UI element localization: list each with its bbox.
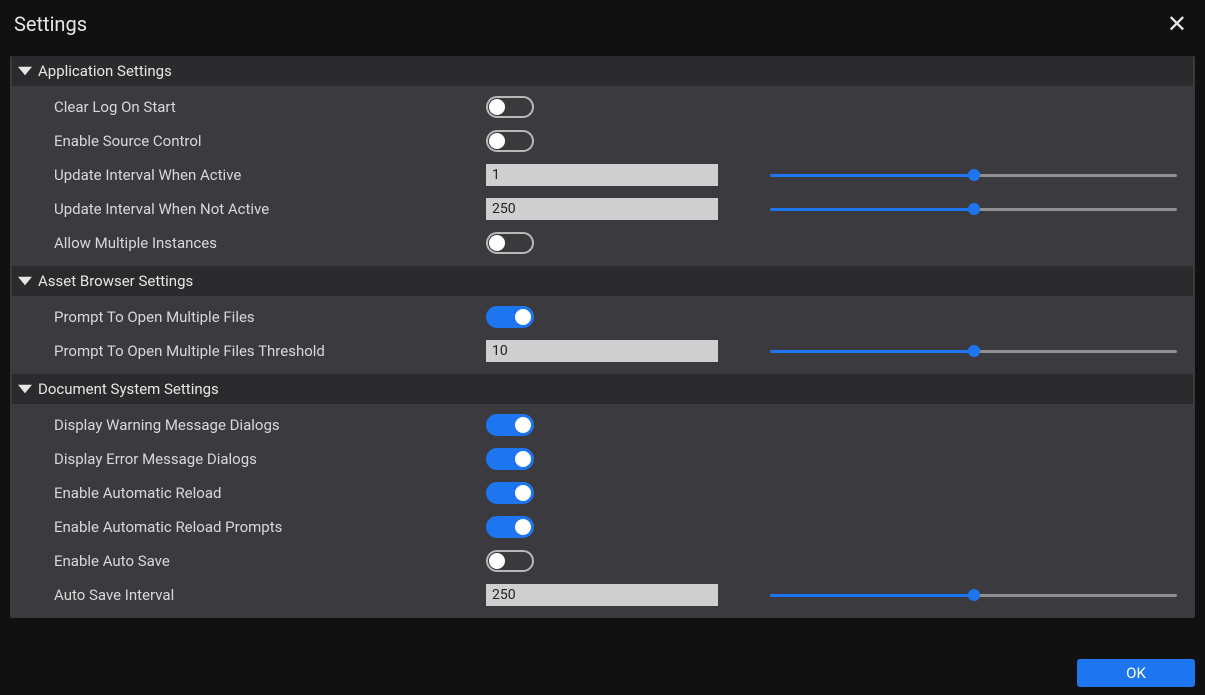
section-body: Display Warning Message Dialogs Display E… <box>10 404 1195 618</box>
input-update-interval-when-active[interactable] <box>486 164 718 186</box>
setting-row-clear-log-on-start: Clear Log On Start <box>10 90 1195 124</box>
toggle-allow-multiple-instances[interactable] <box>486 232 534 254</box>
toggle-enable-source-control[interactable] <box>486 130 534 152</box>
setting-label: Update Interval When Active <box>54 166 474 184</box>
toggle-enable-automatic-reload[interactable] <box>486 482 534 504</box>
setting-row-auto-save-interval: Auto Save Interval <box>10 578 1195 612</box>
setting-row-prompt-to-open-multiple-files: Prompt To Open Multiple Files <box>10 300 1195 334</box>
toggle-prompt-to-open-multiple-files[interactable] <box>486 306 534 328</box>
collapse-icon <box>18 382 32 396</box>
section-title: Document System Settings <box>38 380 219 398</box>
toggle-enable-auto-save[interactable] <box>486 550 534 572</box>
section-header-asset-browser-settings[interactable]: Asset Browser Settings <box>12 266 1193 296</box>
window-title: Settings <box>14 12 87 36</box>
toggle-display-error-message-dialogs[interactable] <box>486 448 534 470</box>
section-body: Clear Log On Start Enable Source Control U… <box>10 86 1195 266</box>
collapse-icon <box>18 274 32 288</box>
input-prompt-to-open-multiple-files-threshold[interactable] <box>486 340 718 362</box>
slider-auto-save-interval[interactable] <box>770 585 1177 605</box>
setting-row-update-interval-when-not-active: Update Interval When Not Active <box>10 192 1195 226</box>
setting-label: Auto Save Interval <box>54 586 474 604</box>
section-header-application-settings[interactable]: Application Settings <box>12 56 1193 86</box>
setting-row-display-error-message-dialogs: Display Error Message Dialogs <box>10 442 1195 476</box>
collapse-icon <box>18 64 32 78</box>
setting-label: Display Warning Message Dialogs <box>54 416 474 434</box>
slider-wrap <box>748 585 1187 605</box>
setting-row-allow-multiple-instances: Allow Multiple Instances <box>10 226 1195 260</box>
settings-content: Application Settings Clear Log On Start En… <box>10 56 1195 618</box>
slider-update-interval-when-active[interactable] <box>770 165 1177 185</box>
slider-wrap <box>748 199 1187 219</box>
setting-label: Enable Automatic Reload Prompts <box>54 518 474 536</box>
input-auto-save-interval[interactable] <box>486 584 718 606</box>
dialog-footer: OK <box>10 651 1195 687</box>
setting-row-enable-automatic-reload: Enable Automatic Reload <box>10 476 1195 510</box>
section-title: Asset Browser Settings <box>38 272 193 290</box>
setting-row-update-interval-when-active: Update Interval When Active <box>10 158 1195 192</box>
setting-label: Clear Log On Start <box>54 98 474 116</box>
setting-row-display-warning-message-dialogs: Display Warning Message Dialogs <box>10 408 1195 442</box>
section-body: Prompt To Open Multiple Files Prompt To O… <box>10 296 1195 374</box>
slider-prompt-to-open-multiple-files-threshold[interactable] <box>770 341 1177 361</box>
section-title: Application Settings <box>38 62 172 80</box>
setting-label: Prompt To Open Multiple Files <box>54 308 474 326</box>
setting-label: Display Error Message Dialogs <box>54 450 474 468</box>
setting-label: Enable Automatic Reload <box>54 484 474 502</box>
slider-update-interval-when-not-active[interactable] <box>770 199 1177 219</box>
input-update-interval-when-not-active[interactable] <box>486 198 718 220</box>
setting-label: Enable Auto Save <box>54 552 474 570</box>
slider-wrap <box>748 341 1187 361</box>
setting-label: Prompt To Open Multiple Files Threshold <box>54 342 474 360</box>
titlebar: Settings ✕ <box>0 0 1205 48</box>
setting-row-prompt-to-open-multiple-files-threshold: Prompt To Open Multiple Files Threshold <box>10 334 1195 368</box>
slider-wrap <box>748 165 1187 185</box>
setting-row-enable-auto-save: Enable Auto Save <box>10 544 1195 578</box>
close-icon[interactable]: ✕ <box>1163 8 1191 40</box>
toggle-display-warning-message-dialogs[interactable] <box>486 414 534 436</box>
setting-label: Update Interval When Not Active <box>54 200 474 218</box>
ok-button[interactable]: OK <box>1077 659 1195 687</box>
toggle-clear-log-on-start[interactable] <box>486 96 534 118</box>
setting-row-enable-source-control: Enable Source Control <box>10 124 1195 158</box>
toggle-enable-automatic-reload-prompts[interactable] <box>486 516 534 538</box>
setting-label: Allow Multiple Instances <box>54 234 474 252</box>
setting-row-enable-automatic-reload-prompts: Enable Automatic Reload Prompts <box>10 510 1195 544</box>
setting-label: Enable Source Control <box>54 132 474 150</box>
section-header-document-system-settings[interactable]: Document System Settings <box>12 374 1193 404</box>
